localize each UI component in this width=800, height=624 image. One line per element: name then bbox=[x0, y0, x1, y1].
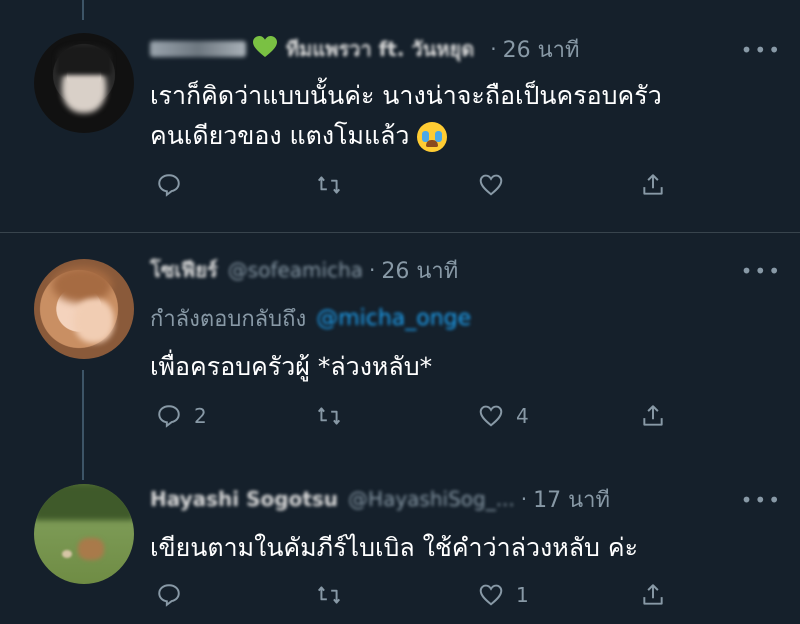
reply-icon bbox=[158, 405, 180, 428]
separator-dot: · bbox=[490, 37, 497, 61]
retweet-icon bbox=[317, 586, 341, 604]
like-button[interactable] bbox=[478, 172, 504, 198]
share-button[interactable] bbox=[640, 582, 666, 608]
crying-face-icon bbox=[417, 122, 448, 152]
more-icon[interactable]: ••• bbox=[741, 259, 782, 283]
author-name[interactable]: ทีมแพรวา ft. วันหยุด bbox=[286, 33, 474, 65]
author-name[interactable]: Hayashi Sogotsu bbox=[150, 487, 338, 511]
more-icon[interactable]: ••• bbox=[741, 488, 782, 512]
retweet-icon bbox=[317, 176, 341, 194]
retweet-icon bbox=[317, 407, 341, 425]
retweet-button[interactable] bbox=[316, 172, 342, 198]
avatar[interactable] bbox=[34, 33, 134, 133]
tweet-time[interactable]: 26 นาที bbox=[381, 253, 458, 288]
reply-button[interactable] bbox=[156, 172, 182, 198]
tweet-text: เขียนตามในคัมภีร์ไบเบิล ใช้คำว่าล่วงหลับ… bbox=[150, 533, 639, 562]
like-count: 4 bbox=[516, 404, 529, 428]
share-icon bbox=[643, 584, 663, 605]
like-icon bbox=[479, 174, 503, 196]
tweet-text-line: เราก็คิดว่าแบบนั้นค่ะ นางน่าจะถือเป็นครอ… bbox=[150, 81, 662, 110]
reply-button[interactable] bbox=[156, 582, 182, 608]
share-icon bbox=[643, 174, 663, 195]
separator-dot: · bbox=[369, 258, 376, 282]
share-icon bbox=[643, 405, 663, 426]
tweet-header: ทีมแพรวา ft. วันหยุด · 26 นาที bbox=[150, 34, 579, 64]
like-count: 1 bbox=[516, 583, 529, 607]
tweet-text: เราก็คิดว่าแบบนั้นค่ะ นางน่าจะถือเป็นครอ… bbox=[150, 76, 662, 156]
tweet-3[interactable]: Hayashi Sogotsu @HayashiSog_... · 17 นาท… bbox=[0, 468, 800, 624]
tweet-actions: 1 bbox=[150, 582, 690, 618]
author-handle[interactable]: @sofeamicha bbox=[228, 258, 363, 282]
tweet-header: โซเฟียร์ @sofeamicha · 26 นาที bbox=[150, 255, 458, 285]
like-button[interactable]: 1 bbox=[478, 582, 529, 608]
reply-icon bbox=[158, 584, 180, 607]
avatar[interactable] bbox=[34, 259, 134, 359]
tweet-2[interactable]: โซเฟียร์ @sofeamicha · 26 นาที ••• กำลัง… bbox=[0, 233, 800, 468]
avatar[interactable] bbox=[34, 484, 134, 584]
like-button[interactable]: 4 bbox=[478, 403, 529, 429]
tweet-text-line: คนเดียวของ แตงโมแล้ว bbox=[150, 116, 662, 156]
retweet-button[interactable] bbox=[316, 403, 342, 429]
tweet-text: เพื่อครอบครัวผู้ *ล่วงหลับ* bbox=[150, 352, 433, 381]
more-icon[interactable]: ••• bbox=[741, 38, 782, 62]
tweet-time[interactable]: 26 นาที bbox=[503, 32, 580, 67]
tweet-header: Hayashi Sogotsu @HayashiSog_... · 17 นาท… bbox=[150, 484, 610, 514]
tweet-time[interactable]: 17 นาที bbox=[533, 482, 610, 517]
name-blur bbox=[150, 41, 246, 57]
separator-dot: · bbox=[520, 487, 528, 511]
green-heart-icon bbox=[252, 35, 278, 63]
replying-to-label: กำลังตอบกลับถึง bbox=[150, 307, 307, 332]
retweet-button[interactable] bbox=[316, 582, 342, 608]
tweet-actions: 2 4 bbox=[150, 403, 690, 439]
tweet-actions bbox=[150, 172, 690, 208]
like-icon bbox=[479, 405, 503, 427]
share-button[interactable] bbox=[640, 172, 666, 198]
reply-icon bbox=[158, 174, 180, 197]
reply-button[interactable]: 2 bbox=[156, 403, 207, 429]
share-button[interactable] bbox=[640, 403, 666, 429]
author-handle[interactable]: @HayashiSog_... bbox=[348, 487, 515, 511]
replying-to: กำลังตอบกลับถึง @micha_onge bbox=[150, 301, 471, 336]
like-icon bbox=[479, 584, 503, 606]
reply-count: 2 bbox=[194, 404, 207, 428]
author-name[interactable]: โซเฟียร์ bbox=[150, 254, 218, 286]
replying-to-handle[interactable]: @micha_onge bbox=[316, 306, 471, 331]
tweet-1[interactable]: ทีมแพรวา ft. วันหยุด · 26 นาที ••• เราก็… bbox=[0, 0, 800, 228]
